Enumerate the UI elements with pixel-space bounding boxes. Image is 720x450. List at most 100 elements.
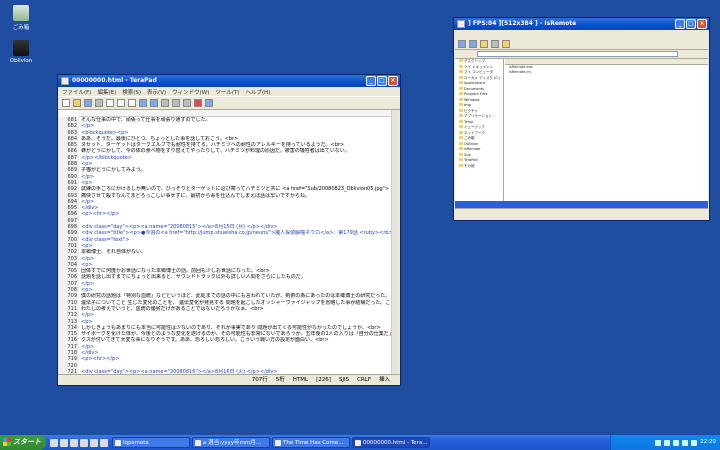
isremote-title: ] FPS:84 ][512x384 ] - IsRemote (468, 20, 577, 27)
line-text: わたしの考えでいうと、血統の優劣だけがあることではないだろうかなぁ。<br> (81, 305, 264, 312)
taskbar-button-2[interactable]: a 週当:yyyy年mm月... (192, 437, 270, 448)
cut-icon[interactable] (106, 99, 114, 107)
quick-launch (46, 438, 112, 447)
quicklaunch-icon[interactable] (100, 438, 108, 447)
vertical-scrollbar[interactable] (391, 110, 399, 374)
explorer-menu (455, 31, 708, 38)
quicklaunch-icon[interactable] (50, 438, 58, 447)
folder-icon (459, 119, 463, 123)
tree-label: デスクトップ (464, 59, 485, 63)
isremote-titlebar[interactable]: ] FPS:84 ][512x384 ] - IsRemote _ □ × (454, 18, 709, 30)
folder-icon (459, 158, 463, 161)
back-icon[interactable] (458, 39, 466, 48)
tree-label: Temp (464, 119, 474, 124)
print-icon[interactable] (95, 99, 103, 107)
maximize-button[interactable]: □ (377, 76, 387, 86)
tray-icon[interactable] (673, 439, 680, 446)
clock[interactable]: 22:20 (700, 435, 716, 450)
status-insert: 挿入 (378, 377, 390, 383)
folder-icon (459, 141, 463, 145)
line-text: <p><hr></p> (81, 211, 120, 218)
recycle-bin-icon[interactable]: ごみ箱 (1, 5, 41, 31)
terapad-titlebar[interactable]: 00000000.html - TeraPad _ □ × (58, 75, 400, 87)
line-text: そんな仕事の中で、頑張って仕事を頑張り通すのでした。 (81, 117, 211, 123)
line-text: 話題を話し出すまでにちょっと出来ると、サウンドトラック以外も詳しい人間をさらにし… (81, 274, 306, 281)
jump-icon[interactable] (194, 99, 202, 107)
code-editor[interactable]: 681 そんな仕事の中で、頑張って仕事を頑張り通すのでした。 682 </p> 683 <… (59, 110, 392, 374)
replace-icon[interactable] (183, 99, 191, 107)
search-icon[interactable] (491, 39, 499, 48)
remote-statusbar (455, 208, 708, 219)
start-label: スタート (13, 438, 41, 446)
quicklaunch-icon[interactable] (60, 438, 68, 447)
folder-icon (459, 59, 463, 62)
tree-label: その他 (464, 163, 475, 168)
quicklaunch-icon[interactable] (70, 438, 78, 447)
taskbar-label: 00000000.html - Tera... (363, 440, 428, 446)
taskbar-button-1[interactable]: Iqpsmota (112, 437, 190, 448)
menu-window[interactable]: ウィンドウ(W) (172, 88, 209, 96)
paste-icon[interactable] (128, 99, 136, 107)
menu-view[interactable]: 表示(V) (147, 88, 166, 96)
undo-icon[interactable] (139, 99, 147, 107)
remote-close-button[interactable]: × (697, 19, 707, 29)
menu-file[interactable]: ファイル(F) (62, 88, 91, 96)
menu-help[interactable]: ヘルプ(H) (246, 88, 271, 96)
taskbar-button-3[interactable]: The Time Has Come... (272, 437, 350, 448)
new-file-icon[interactable] (62, 99, 70, 107)
save-icon[interactable] (84, 99, 92, 107)
menu-search[interactable]: 検索(S) (122, 88, 141, 96)
explorer-toolbar (455, 38, 708, 50)
address-bar (455, 50, 708, 59)
tree-item[interactable]: その他 (455, 163, 503, 170)
oblivion-label: Oblivion (9, 58, 33, 64)
windows-flag-icon (3, 438, 11, 446)
tree-label: ローカル ディスク (C:) (464, 75, 501, 80)
folders-icon[interactable] (502, 39, 510, 48)
folder-icon (459, 136, 463, 139)
close-button[interactable]: × (388, 76, 398, 86)
folder-icon (459, 163, 463, 167)
taskbar-label: a 週当:yyyy年mm月... (203, 440, 261, 446)
list-item[interactable]: IsRemote.ini (505, 70, 708, 75)
find-icon[interactable] (161, 99, 169, 107)
terapad-title: 00000000.html - TeraPad (72, 77, 157, 84)
menu-edit[interactable]: 編集(E) (97, 88, 116, 96)
tree-label: TeraPad (464, 158, 478, 162)
minimize-button[interactable]: _ (366, 76, 376, 86)
copy-icon[interactable] (117, 99, 125, 107)
redo-icon[interactable] (150, 99, 158, 107)
find-next-icon[interactable] (172, 99, 180, 107)
folder-icon (459, 147, 463, 150)
folder-tree: デスクトップ マイ ドキュメント マイ コンピュータ ローカル ディスク (C:) Ap… (455, 59, 504, 201)
file-list: IsRemote.exe IsRemote.ini (505, 59, 708, 201)
terapad-menubar: ファイル(F) 編集(E) 検索(S) 表示(V) ウィンドウ(W) ツール(T… (58, 87, 400, 96)
quicklaunch-icon[interactable] (90, 438, 98, 447)
menu-tools[interactable]: ツール(T) (215, 88, 239, 96)
terapad-toolbar (58, 96, 400, 110)
isremote-window: ] FPS:84 ][512x384 ] - IsRemote _ □ × デス… (453, 17, 710, 221)
address-field[interactable] (477, 51, 678, 57)
forward-icon[interactable] (469, 39, 477, 48)
quicklaunch-icon[interactable] (80, 438, 88, 447)
folder-icon (459, 92, 463, 95)
up-folder-icon[interactable] (480, 39, 488, 48)
tray-icon[interactable] (655, 439, 662, 446)
remote-maximize-button[interactable]: □ (686, 19, 696, 29)
tree-label: ネットワーク (464, 130, 485, 135)
start-button[interactable]: スタート (0, 435, 46, 450)
folder-icon (459, 97, 463, 101)
taskbar-button-4[interactable]: 00000000.html - Tera... (352, 437, 430, 448)
tree-label: ミュージック (464, 125, 485, 129)
tray-icon[interactable] (691, 439, 698, 446)
remote-screen[interactable]: デスクトップ マイ ドキュメント マイ コンピュータ ローカル ディスク (C:) Ap… (455, 31, 708, 219)
line-text: 痛快させて殺すなんてまどろっこしい事せずに、最初から毒を仕込んでしまえば話は早い… (81, 192, 310, 199)
open-folder-icon[interactable] (73, 99, 81, 107)
oblivion-shortcut-icon[interactable]: Oblivion (1, 40, 41, 64)
remote-minimize-button[interactable]: _ (675, 19, 685, 29)
app-icon (115, 440, 121, 446)
tray-icon[interactable] (682, 439, 689, 446)
settings-icon[interactable] (205, 99, 213, 107)
line-text: クスが付いてきて大変な事になりそうです。ああ、恐ろしい恐ろしい。こういう戦い方の… (81, 337, 329, 344)
tray-icon[interactable] (664, 439, 671, 446)
